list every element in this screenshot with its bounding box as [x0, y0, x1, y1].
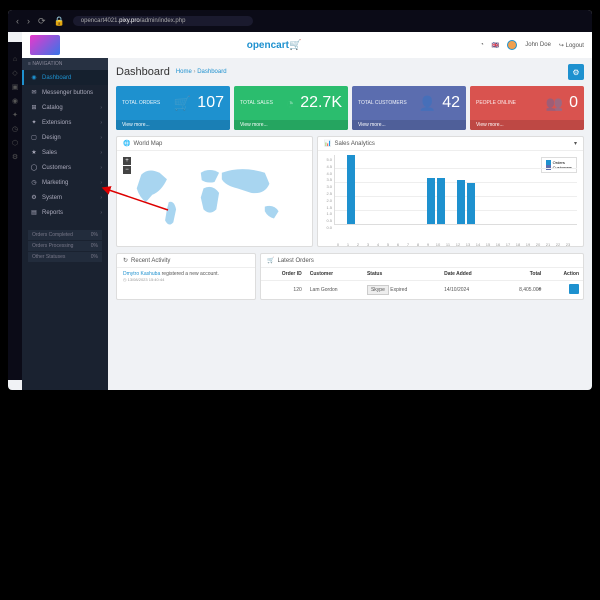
view-more-link[interactable]: View more...	[116, 120, 230, 130]
latest-orders-panel: 🛒Latest Orders Order ID Customer Status …	[260, 253, 584, 300]
tool-icon[interactable]: ▣	[12, 83, 19, 91]
browser-bar: ‹ › ⟳ 🔒 opencart4021.pixy.pro/admin/inde…	[8, 10, 592, 32]
activity-icon: ↻	[123, 257, 128, 264]
sidebar-item-dashboard[interactable]: ◉Dashboard	[22, 70, 108, 85]
lock-icon: 🔒	[54, 16, 65, 27]
metric-row: Orders Completed0%	[28, 230, 102, 240]
forward-icon[interactable]: ›	[27, 16, 30, 26]
tool-icon[interactable]: ✦	[12, 111, 18, 119]
logout-button[interactable]: ↪ Logout	[559, 42, 584, 49]
tile-total-sales: TOTAL SALES◔22.7K View more...	[234, 86, 348, 130]
marketing-icon: ◷	[30, 179, 38, 186]
card-icon: ◔	[286, 95, 294, 111]
reload-icon[interactable]: ⟳	[38, 16, 46, 27]
notification-icon[interactable]: ◔	[480, 42, 484, 48]
skype-popup[interactable]: Skype	[367, 285, 389, 295]
design-icon: ▢	[30, 134, 38, 141]
user-name[interactable]: John Doe	[525, 42, 551, 48]
tool-icon[interactable]: ◷	[12, 125, 18, 133]
globe-icon: 🌐	[123, 140, 130, 147]
gear-icon: ⚙	[572, 68, 579, 77]
chevron-right-icon: ›	[100, 120, 102, 126]
main-content: Dashboard Home › Dashboard ⚙ TOTAL ORDER…	[108, 58, 592, 390]
table-row: 120 Lam Gordon Skype Expired 14/10/2024 …	[261, 281, 583, 300]
range-dropdown[interactable]: ▾	[574, 140, 577, 147]
sidebar-item-customers[interactable]: ◯Customers›	[22, 160, 108, 175]
back-icon[interactable]: ‹	[16, 16, 19, 26]
sidebar: ≡ NAVIGATION ◉Dashboard ✉Messenger butto…	[22, 58, 108, 390]
page-title: Dashboard	[116, 66, 170, 78]
sidebar-item-sales[interactable]: ★Sales›	[22, 145, 108, 160]
sidebar-item-messenger[interactable]: ✉Messenger buttons	[22, 85, 108, 100]
sidebar-item-catalog[interactable]: ⊞Catalog›	[22, 100, 108, 115]
orders-table: Order ID Customer Status Date Added Tota…	[261, 268, 583, 299]
view-order-button[interactable]	[569, 284, 579, 294]
user-icon: 👤	[419, 95, 436, 112]
nav-header: ≡ NAVIGATION	[22, 58, 108, 70]
metric-row: Orders Processing0%	[28, 241, 102, 251]
tool-icon[interactable]: ◇	[12, 69, 17, 77]
tile-people-online: PEOPLE ONLINE👥0 View more...	[470, 86, 584, 130]
sales-icon: ★	[30, 149, 38, 156]
avatar[interactable]	[507, 40, 517, 50]
settings-button[interactable]: ⚙	[568, 64, 584, 80]
activity-row: Dmytro Kashuba registered a new account.…	[117, 268, 255, 286]
bar-chart: 5.04.54.03.53.02.52.01.51.00.50.0	[324, 155, 577, 240]
cart-icon: 🛒	[267, 257, 274, 264]
extensions-icon: ✦	[30, 119, 38, 126]
brand-logo: opencart🛒	[247, 40, 302, 51]
sidebar-item-design[interactable]: ▢Design›	[22, 130, 108, 145]
zoom-in-button[interactable]: +	[123, 157, 131, 165]
flag-icon[interactable]: 🇬🇧	[492, 42, 499, 49]
cart-icon: 🛒	[174, 95, 191, 112]
recent-activity-panel: ↻Recent Activity Dmytro Kashuba register…	[116, 253, 256, 300]
chevron-right-icon: ›	[100, 135, 102, 141]
breadcrumb: Home › Dashboard	[176, 69, 227, 75]
sales-analytics-panel: 📊Sales Analytics▾ Orders Customers 5.04.…	[317, 136, 584, 247]
tool-icon[interactable]: ⬡	[12, 139, 18, 147]
tile-total-orders: TOTAL ORDERS🛒107 View more...	[116, 86, 230, 130]
people-icon: 👥	[546, 95, 563, 112]
view-more-link[interactable]: View more...	[470, 120, 584, 130]
zoom-out-button[interactable]: −	[123, 166, 131, 174]
sidebar-item-reports[interactable]: ▤Reports›	[22, 205, 108, 220]
app-logo	[30, 35, 60, 55]
dashboard-icon: ◉	[30, 74, 38, 81]
tool-icon[interactable]: ⚙	[12, 153, 18, 161]
home-icon[interactable]: ⌂	[13, 56, 17, 63]
sidebar-item-extensions[interactable]: ✦Extensions›	[22, 115, 108, 130]
top-bar: opencart🛒 ◔ 🇬🇧 John Doe ↪ Logout	[22, 32, 592, 58]
chevron-right-icon: ›	[100, 105, 102, 111]
system-icon: ⚙	[30, 194, 38, 201]
chevron-right-icon: ›	[100, 165, 102, 171]
metric-row: Other Statuses0%	[28, 252, 102, 262]
annotation-arrow	[98, 185, 178, 217]
reports-icon: ▤	[30, 209, 38, 216]
view-more-link[interactable]: View more...	[234, 120, 348, 130]
messenger-icon: ✉	[30, 89, 38, 96]
devtools-rail: ⌂ ◇ ▣ ◉ ✦ ◷ ⬡ ⚙	[8, 42, 22, 380]
url-bar[interactable]: opencart4021.pixy.pro/admin/index.php	[73, 16, 253, 26]
view-more-link[interactable]: View more...	[352, 120, 466, 130]
chart-icon: 📊	[324, 140, 331, 147]
catalog-icon: ⊞	[30, 104, 38, 111]
sidebar-item-system[interactable]: ⚙System›	[22, 190, 108, 205]
chevron-right-icon: ›	[100, 150, 102, 156]
customers-icon: ◯	[30, 164, 38, 171]
tile-total-customers: TOTAL CUSTOMERS👤42 View more...	[352, 86, 466, 130]
tool-icon[interactable]: ◉	[12, 97, 18, 105]
sidebar-item-marketing[interactable]: ◷Marketing›	[22, 175, 108, 190]
